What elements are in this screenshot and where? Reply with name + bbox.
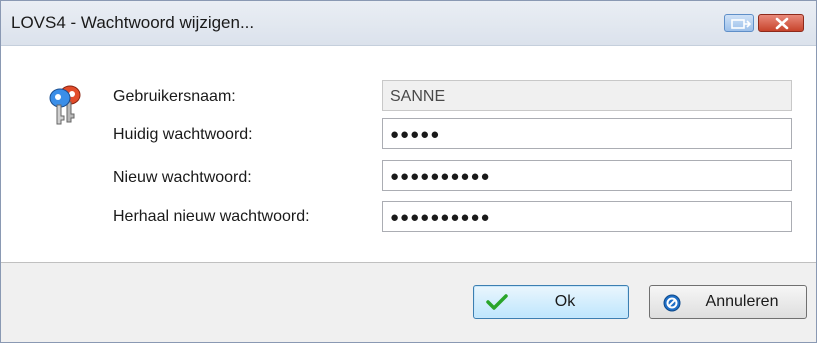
ok-button[interactable]: Ok: [473, 285, 629, 319]
current-password-field[interactable]: ●●●●●: [382, 118, 792, 149]
cancel-button-label: Annuleren: [705, 293, 779, 310]
repeat-password-field[interactable]: ●●●●●●●●●●: [382, 201, 792, 232]
keys-icon: [47, 83, 87, 130]
close-icon: [775, 17, 789, 30]
new-password-field[interactable]: ●●●●●●●●●●: [382, 160, 792, 191]
pin-button[interactable]: [724, 14, 754, 32]
repeat-password-label: Herhaal nieuw wachtwoord:: [113, 208, 310, 225]
pin-icon: [731, 19, 752, 29]
username-field: SANNE: [382, 80, 792, 111]
cancel-button[interactable]: Annuleren: [649, 285, 807, 319]
current-password-label: Huidig wachtwoord:: [113, 126, 253, 143]
ok-button-label: Ok: [554, 293, 576, 310]
close-button[interactable]: [758, 14, 804, 32]
new-password-label: Nieuw wachtwoord:: [113, 169, 252, 186]
window-title: LOVS4 - Wachtwoord wijzigen...: [11, 13, 255, 32]
username-label: Gebruikersnaam:: [113, 88, 236, 105]
form-area: Gebruikersnaam: SANNE Huidig wachtwoord:…: [1, 46, 816, 261]
change-password-dialog: LOVS4 - Wachtwoord wijzigen... Gebruiker…: [0, 0, 817, 343]
title-bar: LOVS4 - Wachtwoord wijzigen...: [1, 1, 816, 46]
